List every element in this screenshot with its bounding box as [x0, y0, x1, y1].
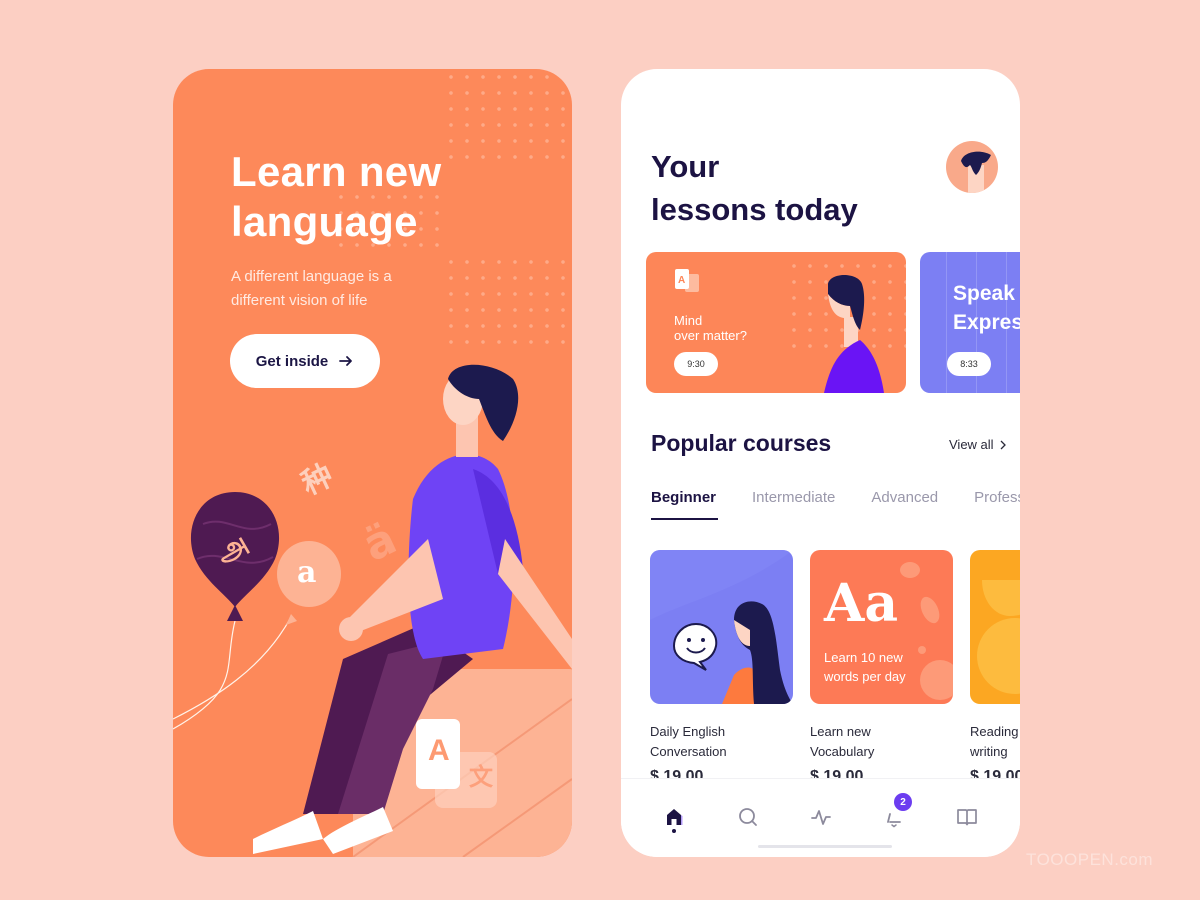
lesson-card[interactable]: A Mind over matter? 9:30	[646, 252, 906, 393]
page-title: Your lessons today	[651, 149, 858, 227]
svg-text:A: A	[678, 275, 685, 286]
aa-glyph: Aa	[824, 573, 899, 634]
active-indicator	[672, 829, 676, 833]
lesson-title: Mind over matter?	[674, 313, 747, 343]
home-icon	[667, 809, 683, 825]
nav-library[interactable]	[953, 803, 981, 831]
box-letter-glyph: A	[428, 734, 450, 767]
course-thumbnail	[650, 550, 793, 704]
tab-advanced[interactable]: Advanced	[871, 489, 938, 520]
shapes-illustration	[977, 580, 1020, 694]
level-tabs: Beginner Intermediate Advanced Professio…	[651, 489, 1020, 520]
tab-beginner[interactable]: Beginner	[651, 489, 719, 520]
box-alt-glyph: 文	[469, 763, 493, 791]
notification-badge: 2	[894, 793, 912, 811]
view-all-link[interactable]: View all	[949, 437, 1007, 452]
hero-title: Learn new language	[231, 148, 442, 245]
course-card[interactable]: Daily English Conversation $ 19.00	[650, 550, 793, 786]
latin-glyph: a	[297, 555, 317, 590]
bottom-navigation: 2	[621, 778, 1020, 857]
course-thumbnail	[970, 550, 1020, 704]
home-indicator	[758, 845, 892, 848]
popular-courses-title: Popular courses	[651, 430, 832, 456]
course-name: Daily English Conversation	[650, 724, 727, 759]
lesson-title: Speak Express	[953, 282, 1020, 334]
book-icon	[957, 809, 977, 826]
thumbnail-caption: Learn 10 new words per day	[824, 650, 906, 684]
course-card[interactable]: Reading writing $ 19.00	[970, 550, 1020, 786]
home-screen: Your lessons today A Mind over matter? 9…	[621, 69, 1020, 857]
nav-home[interactable]	[660, 803, 688, 831]
get-inside-label: Get inside	[255, 352, 329, 370]
nav-search[interactable]	[734, 803, 762, 831]
man-illustration	[824, 275, 884, 393]
avatar-illustration	[961, 151, 991, 193]
nav-activity[interactable]	[807, 803, 835, 831]
conversation-illustration	[650, 550, 793, 704]
search-icon	[739, 808, 757, 826]
get-inside-button[interactable]: Get inside	[230, 334, 380, 388]
onboarding-screen: 种 அ a ä A 文 Learn new language A differe…	[173, 69, 572, 857]
chevron-right-icon	[1000, 440, 1006, 449]
user-avatar-icon[interactable]	[946, 141, 998, 193]
course-card[interactable]: Aa Learn 10 new words per day Learn new …	[810, 550, 953, 786]
duration-pill: 9:30	[674, 352, 718, 376]
duration-pill: 8:33	[947, 352, 991, 376]
translate-icon: A	[675, 269, 699, 292]
activity-icon	[811, 810, 831, 825]
course-thumbnail: Aa Learn 10 new words per day	[810, 550, 953, 704]
course-name: Reading writing	[970, 724, 1019, 759]
course-name: Learn new Vocabulary	[810, 724, 875, 759]
lesson-card[interactable]: Speak Express 8:33	[920, 252, 1020, 393]
arrow-right-icon	[339, 356, 353, 366]
hero-subtitle: A different language is a different visi…	[231, 268, 392, 309]
tab-professional[interactable]: Professional	[974, 489, 1020, 520]
tab-intermediate[interactable]: Intermediate	[752, 489, 835, 520]
watermark: TOOOPEN.com	[1026, 850, 1154, 869]
